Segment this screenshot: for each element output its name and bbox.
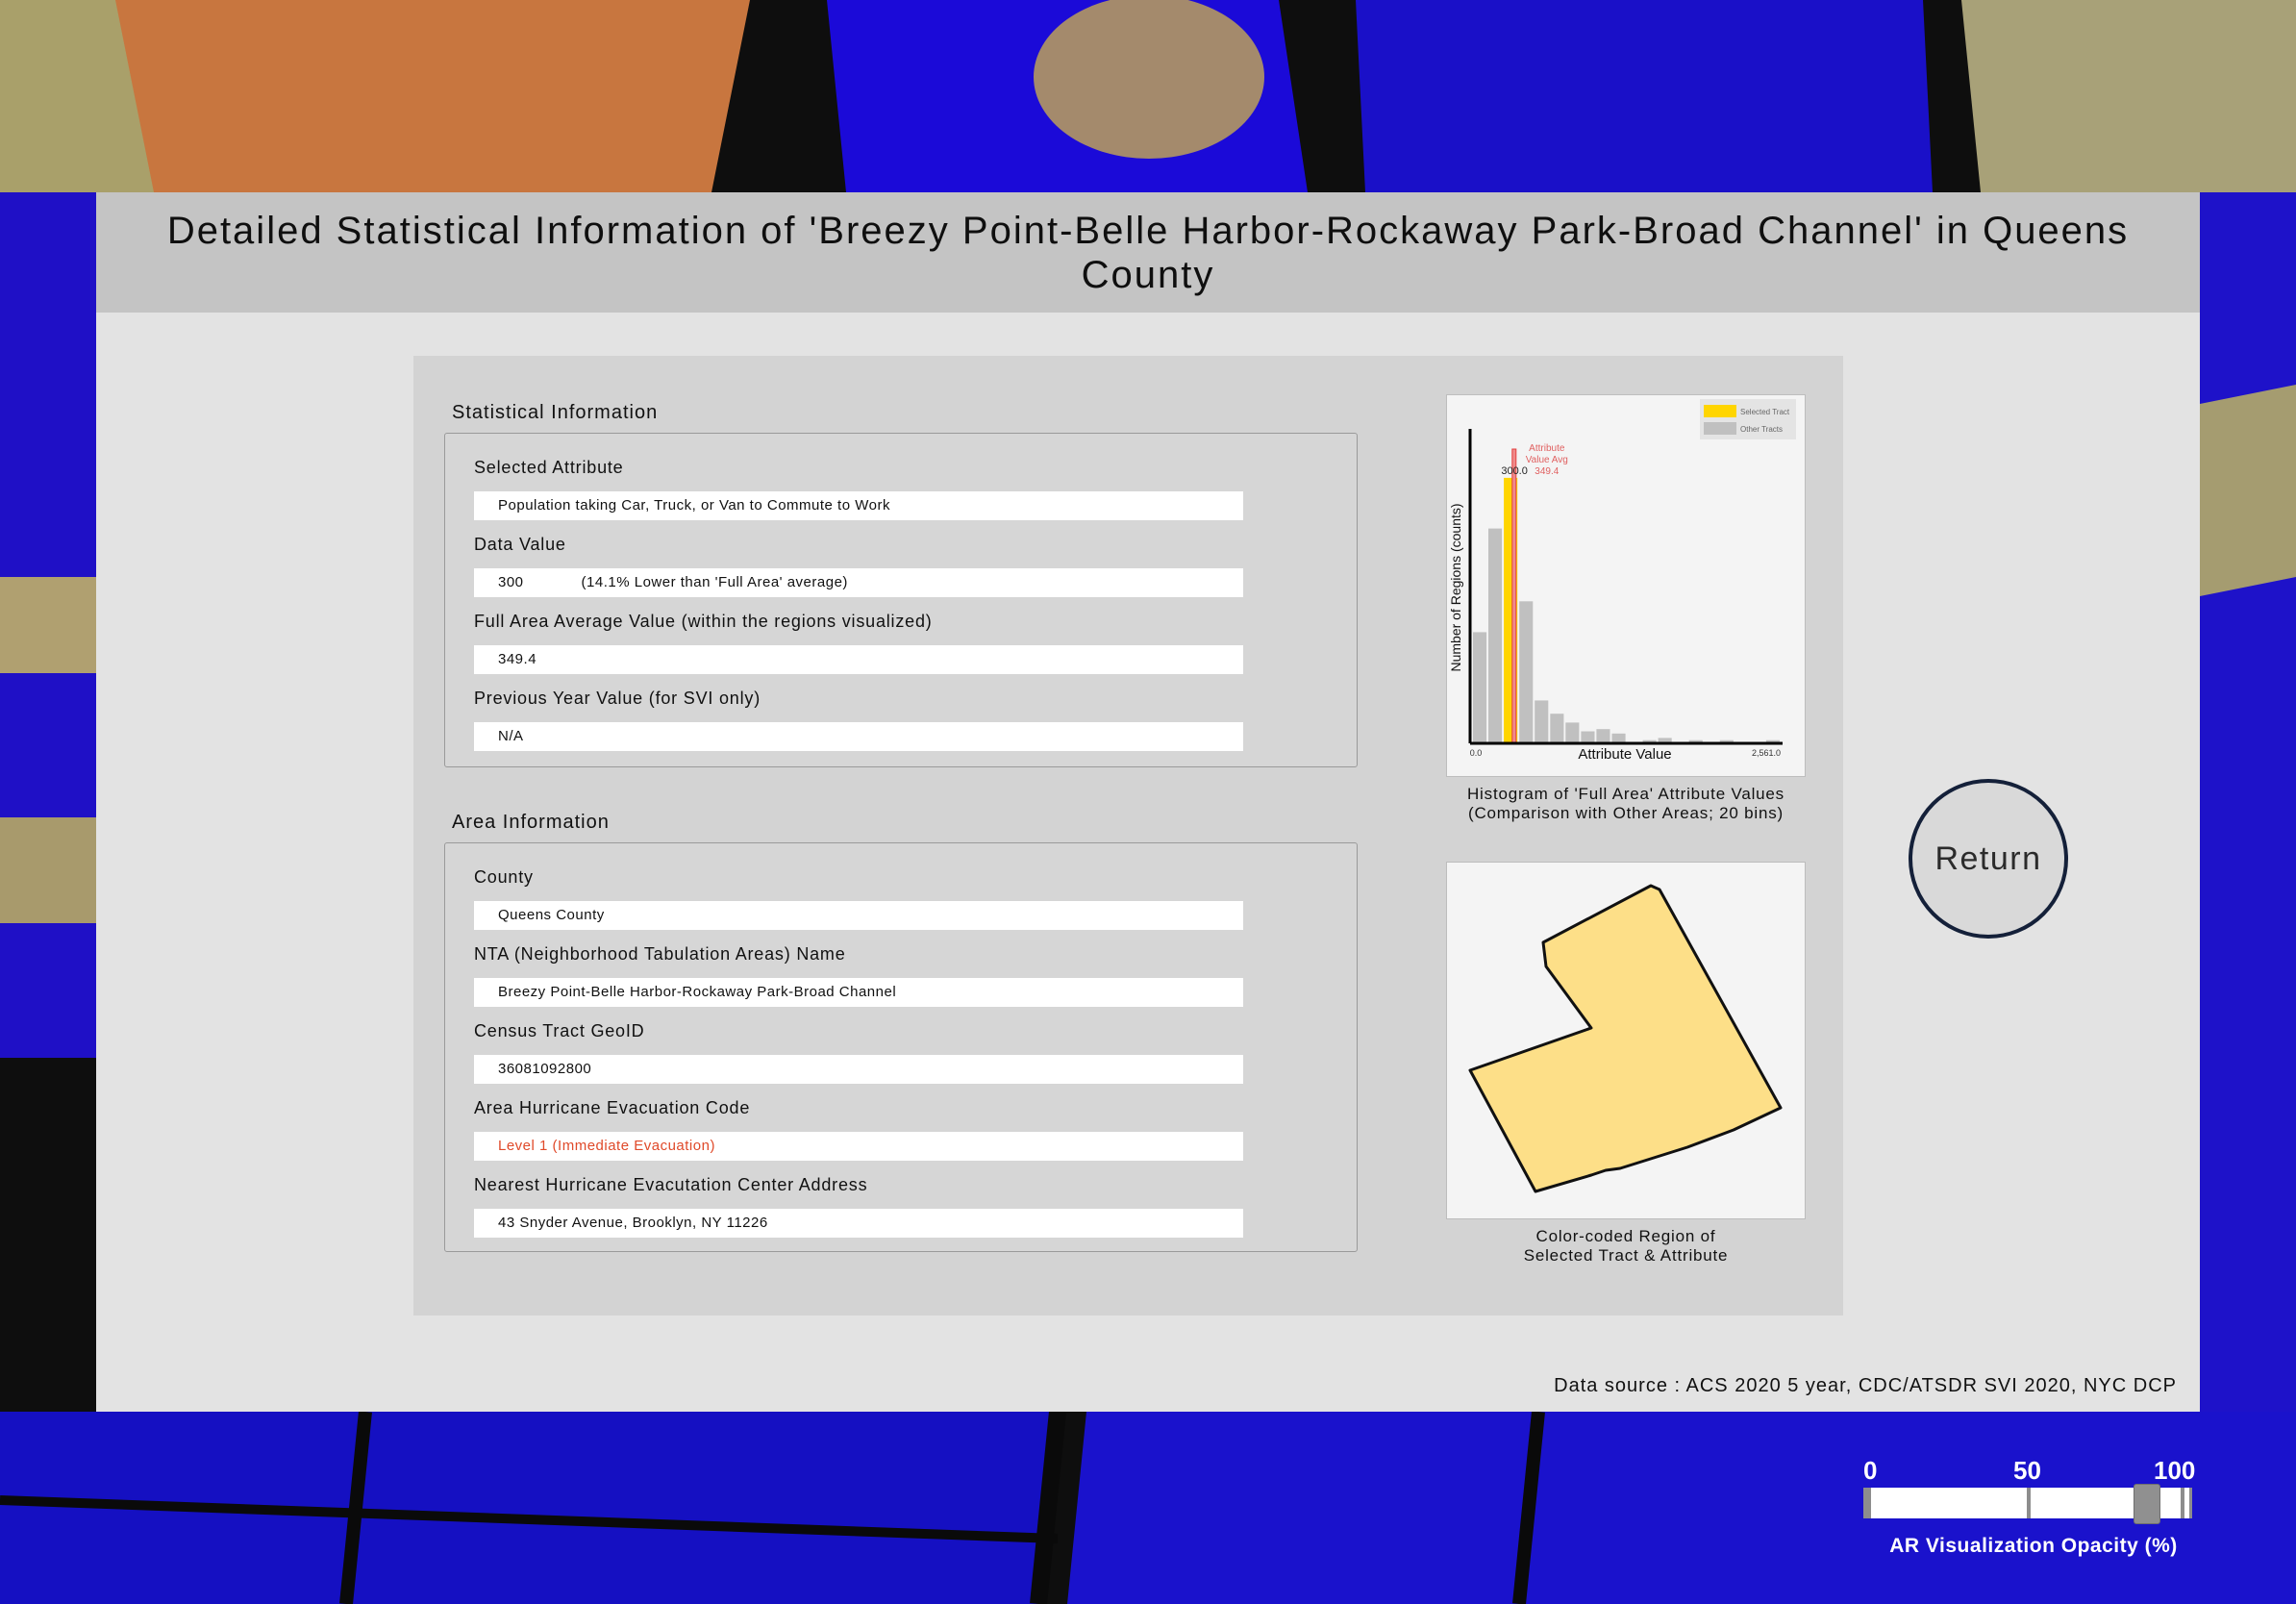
average-annotation-line1: Attribute [1529, 443, 1565, 454]
return-button[interactable]: Return [1909, 779, 2068, 939]
county-field: Queens County [474, 901, 1243, 930]
legend-label-other: Other Tracts [1740, 425, 1783, 434]
prev-year-label: Previous Year Value (for SVI only) [474, 689, 761, 708]
nta-field: Breezy Point-Belle Harbor-Rockaway Park-… [474, 978, 1243, 1007]
y-axis-label: Number of Regions (counts) [1448, 503, 1463, 671]
statistical-info-group: Selected Attribute Population taking Car… [444, 433, 1358, 767]
content-area: Statistical Information Selected Attribu… [413, 356, 1843, 1316]
histogram-bar [1535, 700, 1549, 742]
data-value-field: 300 (14.1% Lower than 'Full Area' average… [474, 568, 1243, 597]
detail-panel: Detailed Statistical Information of 'Bre… [96, 192, 2200, 1412]
region-map-card [1446, 862, 1806, 1219]
evac-center-field: 43 Snyder Avenue, Brooklyn, NY 11226 [474, 1209, 1243, 1238]
histogram-bar [1565, 722, 1580, 742]
histogram-bar [1611, 733, 1626, 742]
average-line [1511, 448, 1517, 744]
data-value-label: Data Value [474, 535, 566, 554]
histogram-chart: Selected Tract Other Tracts Attribute Va… [1448, 399, 1796, 763]
histogram-bar [1519, 601, 1534, 742]
histogram-bar [1658, 738, 1672, 742]
histogram-caption-line2: (Comparison with Other Areas; 20 bins) [1467, 804, 1784, 822]
prev-year-value: N/A [498, 728, 524, 744]
county-value: Queens County [498, 907, 605, 923]
nta-value: Breezy Point-Belle Harbor-Rockaway Park-… [498, 984, 897, 1000]
geoid-label: Census Tract GeoID [474, 1021, 645, 1040]
area-info-heading: Area Information [452, 812, 610, 833]
histogram-caption-line1: Histogram of 'Full Area' Attribute Value… [1466, 785, 1784, 803]
tract-region-shape [1468, 884, 1783, 1193]
histogram-bar [1488, 528, 1503, 742]
nta-label: NTA (Neighborhood Tabulation Areas) Name [474, 944, 846, 964]
data-value-note: (14.1% Lower than 'Full Area' average) [581, 574, 848, 590]
area-info-group: County Queens County NTA (Neighborhood T… [444, 842, 1358, 1252]
statistical-info-heading: Statistical Information [452, 402, 659, 423]
county-label: County [474, 867, 534, 887]
opacity-slider[interactable]: 0 50 100 AR Visualization Opacity (%) [1856, 1454, 2211, 1569]
histogram-caption: Histogram of 'Full Area' Attribute Value… [1433, 785, 1819, 823]
region-map [1468, 884, 1783, 1193]
evac-code-label: Area Hurricane Evacuation Code [474, 1098, 751, 1117]
histogram-bar [1581, 731, 1595, 742]
opacity-track-end-tick [2181, 1488, 2184, 1518]
evac-code-field: Level 1 (Immediate Evacuation) [474, 1132, 1243, 1161]
region-map-caption-line1: Color-coded Region of [1535, 1227, 1716, 1245]
page-title: Detailed Statistical Information of 'Bre… [166, 209, 2130, 296]
evac-center-value: 43 Snyder Avenue, Brooklyn, NY 11226 [498, 1215, 768, 1231]
geoid-field: 36081092800 [474, 1055, 1243, 1084]
selected-bar-label: 300.0 [1501, 465, 1528, 477]
full-area-avg-label: Full Area Average Value (within the regi… [474, 612, 933, 631]
selected-attribute-field: Population taking Car, Truck, or Van to … [474, 491, 1243, 520]
selected-attribute-label: Selected Attribute [474, 458, 624, 477]
evac-center-label: Nearest Hurricane Evacutation Center Add… [474, 1175, 868, 1194]
full-area-avg-value: 349.4 [498, 651, 537, 667]
average-annotation-line3: 349.4 [1535, 466, 1559, 477]
title-bar: Detailed Statistical Information of 'Bre… [96, 192, 2200, 313]
evac-code-value: Level 1 (Immediate Evacuation) [498, 1138, 715, 1154]
legend-label-selected: Selected Tract [1740, 408, 1790, 416]
opacity-track-mid-tick [2027, 1488, 2031, 1518]
histogram-bar [1596, 729, 1610, 742]
data-source: Data source : ACS 2020 5 year, CDC/ATSDR… [1554, 1375, 2177, 1396]
opacity-slider-title: AR Visualization Opacity (%) [1889, 1535, 2178, 1557]
full-area-avg-field: 349.4 [474, 645, 1243, 674]
opacity-tick-100: 100 [2154, 1456, 2196, 1485]
region-map-caption: Color-coded Region of Selected Tract & A… [1433, 1227, 1819, 1266]
data-value: 300 [498, 574, 524, 590]
x-axis-label: Attribute Value [1578, 746, 1671, 763]
x-tick-max: 2,561.0 [1752, 748, 1781, 758]
opacity-tick-50: 50 [2013, 1456, 2041, 1485]
region-map-caption-line2: Selected Tract & Attribute [1523, 1246, 1729, 1265]
selected-attribute-value: Population taking Car, Truck, or Van to … [498, 497, 890, 514]
histogram-bar [1550, 714, 1564, 742]
average-annotation-line2: Value Avg [1526, 455, 1568, 465]
geoid-value: 36081092800 [498, 1061, 592, 1077]
x-tick-min: 0.0 [1470, 748, 1483, 758]
opacity-slider-handle[interactable] [2134, 1484, 2161, 1524]
prev-year-field: N/A [474, 722, 1243, 751]
legend-swatch-other [1704, 422, 1736, 435]
histogram-card: Selected Tract Other Tracts Attribute Va… [1446, 394, 1806, 777]
legend-swatch-selected [1704, 405, 1736, 417]
opacity-tick-0: 0 [1863, 1456, 1878, 1485]
histogram-bar [1473, 632, 1487, 742]
